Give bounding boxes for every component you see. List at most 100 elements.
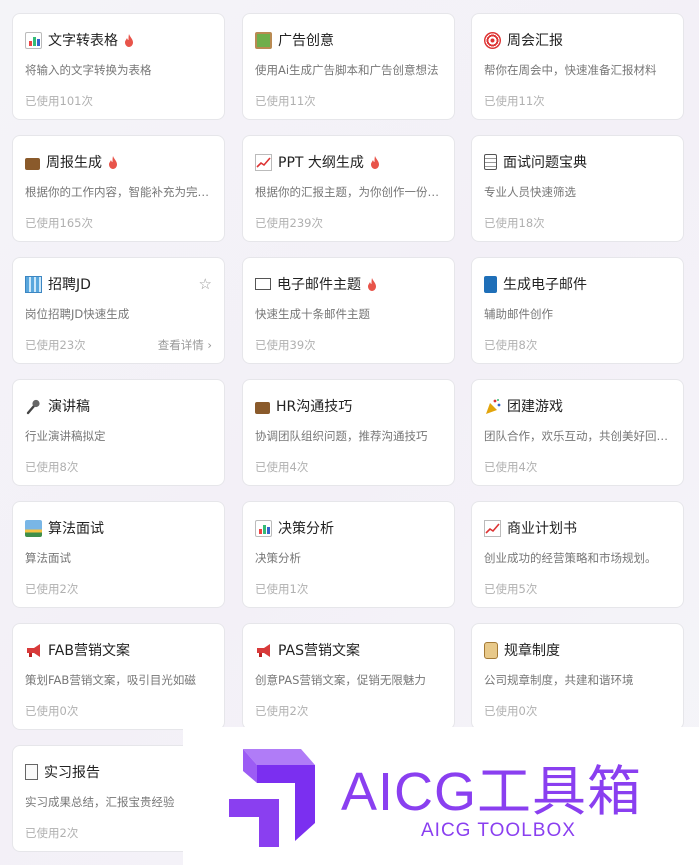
watermark-overlay: AICG工具箱 AICG TOOLBOX [183,727,699,865]
usage-count: 已使用2次 [255,704,309,718]
card-header: 团建游戏 [484,397,563,415]
card-header: 文字转表格 [25,31,134,49]
hot-fire-icon [125,33,133,47]
blue-book-icon [484,275,497,293]
microphone-icon [26,399,40,414]
usage-count: 已使用11次 [255,94,316,108]
tool-card[interactable]: 周会汇报 帮你在周会中，快速准备汇报材料 已使用11次 [471,13,684,120]
tool-card[interactable]: 规章制度 公司规章制度，共建和谐环境 已使用0次 [471,623,684,730]
tool-card[interactable]: PAS营销文案 创意PAS营销文案，促销无限魅力 已使用2次 [242,623,455,730]
card-header: 实习报告 [25,763,100,781]
card-title: 招聘JD [48,277,91,293]
card-title: 实习报告 [44,765,100,781]
chevron-right-icon: › [207,338,212,352]
party-popper-icon [486,398,501,414]
tool-card[interactable]: 生成电子邮件 辅助邮件创作 已使用8次 [471,257,684,364]
card-description: 决策分析 [255,551,301,565]
watermark-subtitle: AICG TOOLBOX [421,820,576,841]
briefcase-icon [255,401,270,414]
usage-count: 已使用39次 [255,338,316,352]
megaphone-icon [27,643,40,657]
megaphone-icon [257,643,270,657]
card-title: 周报生成 [46,155,102,171]
framed-picture-icon [255,31,272,49]
tool-card[interactable]: 周报生成 根据你的工作内容，智能补充为完… 已使用165次 [12,135,225,242]
briefcase-icon [25,157,40,170]
usage-count: 已使用23次 [25,338,86,352]
card-description: 创意PAS营销文案，促销无限魅力 [255,673,426,687]
tool-card[interactable]: 商业计划书 创业成功的经营策略和市场规划。 已使用5次 [471,501,684,608]
card-description: 算法面试 [25,551,71,565]
card-description: 快速生成十条邮件主题 [255,307,370,321]
card-title: 生成电子邮件 [503,277,587,293]
card-description: 行业演讲稿拟定 [25,429,106,443]
card-title: 演讲稿 [48,399,90,415]
card-header: 演讲稿 [25,397,90,415]
card-header: 面试问题宝典 [484,153,587,171]
card-description: 专业人员快速筛选 [484,185,576,199]
card-title: 面试问题宝典 [503,155,587,171]
tool-card[interactable]: 决策分析 决策分析 已使用1次 [242,501,455,608]
usage-count: 已使用8次 [25,460,79,474]
view-details-label: 查看详情 [157,338,204,352]
tool-card[interactable]: HR沟通技巧 协调团队组织问题，推荐沟通技巧 已使用4次 [242,379,455,486]
usage-count: 已使用4次 [484,460,538,474]
envelope-icon [255,278,271,290]
office-building-icon [25,275,42,293]
card-title: PAS营销文案 [278,643,361,659]
view-details-link[interactable]: 查看详情 › [158,337,212,353]
chart-increasing-icon [484,519,501,537]
card-title: 算法面试 [48,521,104,537]
card-header: PPT 大纲生成 [255,153,380,171]
card-description: 公司规章制度，共建和谐环境 [484,673,634,687]
card-title: 商业计划书 [507,521,577,537]
usage-count: 已使用101次 [25,94,93,108]
card-header: HR沟通技巧 [255,397,352,415]
tool-card[interactable]: 电子邮件主题 快速生成十条邮件主题 已使用39次 [242,257,455,364]
card-title: 周会汇报 [507,33,563,49]
tool-card-hovered[interactable]: 招聘JD ☆ 岗位招聘JD快速生成 已使用23次 查看详情 › [12,257,225,364]
card-header: 决策分析 [255,519,334,537]
scroll-icon [484,641,498,659]
card-description: 协调团队组织问题，推荐沟通技巧 [255,429,428,443]
card-header: 广告创意 [255,31,334,49]
tool-card[interactable]: PPT 大纲生成 根据你的汇报主题，为你创作一份… 已使用239次 [242,135,455,242]
tool-card[interactable]: 算法面试 算法面试 已使用2次 [12,501,225,608]
watermark-title: AICG工具箱 [341,762,643,822]
card-description: 将输入的文字转换为表格 [25,63,152,77]
usage-count: 已使用8次 [484,338,538,352]
usage-count: 已使用2次 [25,582,79,596]
tool-card[interactable]: 团建游戏 团队合作，欢乐互动，共创美好回… 已使用4次 [471,379,684,486]
page-icon [25,764,38,780]
aicg-logo-icon [229,749,315,847]
card-header: 电子邮件主题 [255,275,377,293]
chart-increasing-icon [255,153,272,171]
card-header: PAS营销文案 [255,641,360,659]
card-header: 周会汇报 [484,31,563,49]
bar-chart-icon [255,519,272,537]
tool-card[interactable]: 面试问题宝典 专业人员快速筛选 已使用18次 [471,135,684,242]
card-description: 根据你的工作内容，智能补充为完… [25,185,209,199]
usage-count: 已使用18次 [484,216,545,230]
card-header: 规章制度 [484,641,560,659]
card-description: 帮你在周会中，快速准备汇报材料 [484,63,657,77]
card-title: PPT 大纲生成 [278,155,364,171]
bar-chart-icon [25,31,42,49]
card-title: 决策分析 [278,521,334,537]
card-description: 根据你的汇报主题，为你创作一份… [255,185,439,199]
card-description: 岗位招聘JD快速生成 [25,307,130,321]
card-title: 规章制度 [504,643,560,659]
favorite-star-icon[interactable]: ☆ [199,275,212,293]
card-description: 策划FAB营销文案，吸引目光如磁 [25,673,196,687]
card-title: 电子邮件主题 [277,277,361,293]
tool-card[interactable]: 演讲稿 行业演讲稿拟定 已使用8次 [12,379,225,486]
usage-count: 已使用11次 [484,94,545,108]
tool-card[interactable]: FAB营销文案 策划FAB营销文案，吸引目光如磁 已使用0次 [12,623,225,730]
tool-card[interactable]: 文字转表格 将输入的文字转换为表格 已使用101次 [12,13,225,120]
card-description: 创业成功的经营策略和市场规划。 [484,551,657,565]
card-header: 生成电子邮件 [484,275,587,293]
card-header: FAB营销文案 [25,641,130,659]
usage-count: 已使用2次 [25,826,79,840]
tool-card[interactable]: 广告创意 使用Ai生成广告脚本和广告创意想法 已使用11次 [242,13,455,120]
card-title: FAB营销文案 [48,643,130,659]
